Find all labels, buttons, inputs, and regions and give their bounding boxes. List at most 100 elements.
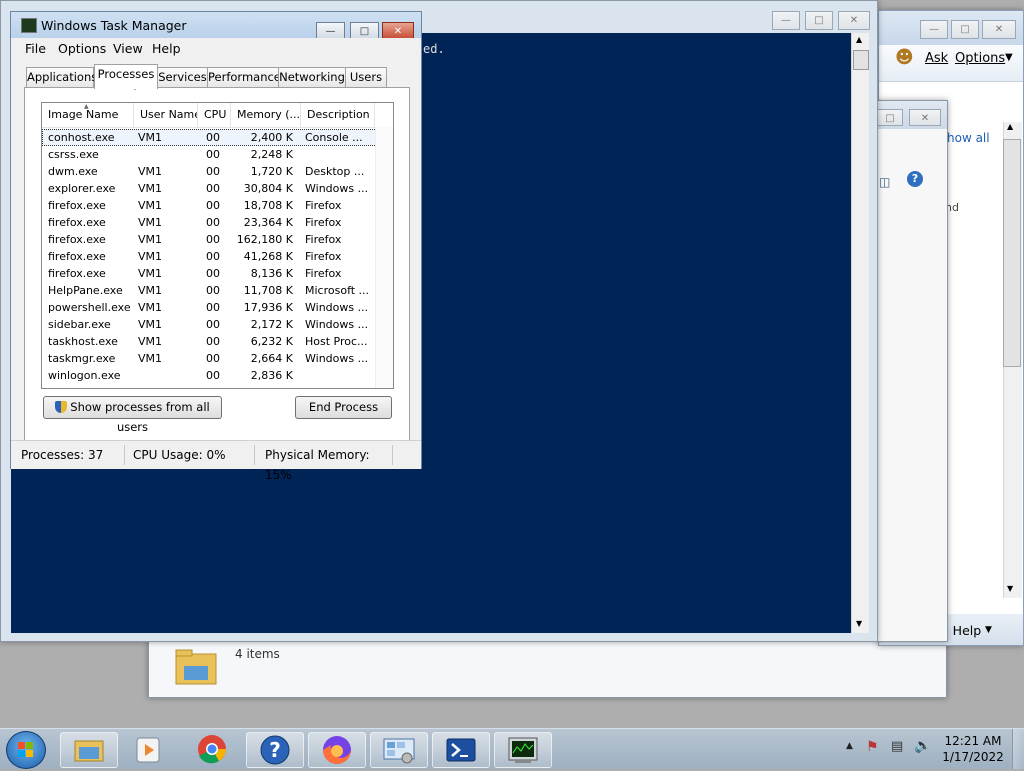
ask-button[interactable]: Ask <box>925 51 948 66</box>
cell-user: VM1 <box>138 267 163 280</box>
taskbar-task-manager[interactable] <box>494 732 552 768</box>
options-button[interactable]: Options <box>955 51 1005 66</box>
status-cpu: CPU Usage: 0% <box>125 445 255 465</box>
ps-scroll-down-arrow[interactable]: ▼ <box>856 619 862 628</box>
cell-desc: Microsoft ... <box>305 284 370 297</box>
taskbar-firefox[interactable] <box>308 732 366 768</box>
show-desktop-button[interactable] <box>1012 729 1024 769</box>
cell-image: HelpPane.exe <box>48 284 123 297</box>
taskbar-media-player[interactable] <box>121 732 177 766</box>
taskbar: ? ▲ ⚑ ▤ 🔊 12:21 AM 1/17/2022 <box>0 728 1024 769</box>
cell-cpu: 00 <box>206 335 220 348</box>
help-scroll-up-arrow[interactable]: ▲ <box>1007 122 1013 131</box>
cell-image: powershell.exe <box>48 301 131 314</box>
cell-user: VM1 <box>138 131 163 144</box>
end-process-button[interactable]: End Process <box>295 396 392 419</box>
explorer-item-count: 4 items <box>235 647 280 661</box>
network-icon[interactable]: ▤ <box>891 739 903 754</box>
cell-desc: Host Proc... <box>305 335 368 348</box>
cell-user: VM1 <box>138 250 163 263</box>
process-list[interactable]: Image Name User Name CPU Memory (... Des… <box>41 102 394 389</box>
svg-text:?: ? <box>269 738 281 762</box>
table-row[interactable]: conhost.exe VM1 00 2,400 K Console ... <box>42 129 393 146</box>
shield-icon <box>55 401 68 413</box>
menu-file[interactable]: File <box>25 41 46 56</box>
table-row[interactable]: explorer.exe VM1 00 30,804 K Windows ... <box>42 180 393 197</box>
cell-cpu: 00 <box>206 369 220 382</box>
clock[interactable]: 12:21 AM 1/17/2022 <box>940 733 1006 765</box>
taskbar-control-panel[interactable] <box>370 732 428 768</box>
table-row[interactable]: taskmgr.exe VM1 00 2,664 K Windows ... <box>42 350 393 367</box>
chrome-icon <box>198 735 226 764</box>
help-icon: ? <box>260 735 290 765</box>
cell-user: VM1 <box>138 335 163 348</box>
clock-time: 12:21 AM <box>944 734 1002 748</box>
table-row[interactable]: winlogon.exe 00 2,836 K <box>42 367 393 384</box>
volume-icon[interactable]: 🔊 <box>914 738 931 754</box>
table-row[interactable]: firefox.exe VM1 00 18,708 K Firefox <box>42 197 393 214</box>
table-row[interactable]: sidebar.exe VM1 00 2,172 K Windows ... <box>42 316 393 333</box>
cell-user: VM1 <box>138 352 163 365</box>
table-row[interactable]: taskhost.exe VM1 00 6,232 K Host Proc... <box>42 333 393 350</box>
help-scroll-thumb[interactable] <box>1003 139 1021 367</box>
ps-scroll-up-arrow[interactable]: ▲ <box>856 35 862 44</box>
table-row[interactable]: firefox.exe VM1 00 8,136 K Firefox <box>42 265 393 282</box>
cell-user: VM1 <box>138 216 163 229</box>
help-question-icon[interactable]: ? <box>907 171 923 187</box>
help-scroll-down-arrow[interactable]: ▼ <box>1007 584 1013 593</box>
tab-processes[interactable]: Processes <box>94 64 158 89</box>
menu-view[interactable]: View <box>113 41 143 56</box>
taskbar-powershell[interactable] <box>432 732 490 768</box>
dialog-maximize-button[interactable]: □ <box>877 109 903 126</box>
taskbar-help[interactable]: ? <box>246 732 304 768</box>
help-maximize-button[interactable]: □ <box>951 20 979 39</box>
table-row[interactable]: powershell.exe VM1 00 17,936 K Windows ... <box>42 299 393 316</box>
cell-memory: 6,232 K <box>250 335 293 348</box>
start-button[interactable] <box>6 731 46 769</box>
tab-services[interactable]: Services <box>157 67 208 88</box>
col-cpu[interactable]: CPU <box>198 103 231 127</box>
show-all-users-button[interactable]: Show processes from all users <box>43 396 222 434</box>
tab-networking[interactable]: Networking <box>278 67 346 88</box>
taskbar-chrome[interactable] <box>184 732 240 766</box>
cell-cpu: 00 <box>206 131 220 144</box>
table-row[interactable]: firefox.exe VM1 00 41,268 K Firefox <box>42 248 393 265</box>
cell-desc: Desktop ... <box>305 165 365 178</box>
table-row[interactable]: HelpPane.exe VM1 00 11,708 K Microsoft ... <box>42 282 393 299</box>
col-memory[interactable]: Memory (... <box>231 103 301 127</box>
tm-menubar: File Options View Help <box>11 38 421 59</box>
col-description[interactable]: Description <box>301 103 375 127</box>
ps-scroll-thumb[interactable] <box>853 50 869 70</box>
cell-cpu: 00 <box>206 352 220 365</box>
help-close-button[interactable]: ✕ <box>982 20 1016 39</box>
action-center-flag-icon[interactable]: ⚑ <box>866 739 879 755</box>
cell-image: winlogon.exe <box>48 369 121 382</box>
show-hidden-icons-icon[interactable]: ▲ <box>846 741 853 751</box>
cell-image: explorer.exe <box>48 182 116 195</box>
view-icon[interactable]: ◫ <box>879 175 890 189</box>
cell-cpu: 00 <box>206 165 220 178</box>
help-minimize-button[interactable]: — <box>920 20 948 39</box>
tab-applications[interactable]: Applications <box>26 67 97 88</box>
cell-desc: Windows ... <box>305 182 369 195</box>
dialog-close-button[interactable]: ✕ <box>909 109 941 126</box>
table-row[interactable]: firefox.exe VM1 00 162,180 K Firefox <box>42 231 393 248</box>
cell-user: VM1 <box>138 165 163 178</box>
table-row[interactable]: firefox.exe VM1 00 23,364 K Firefox <box>42 214 393 231</box>
menu-help[interactable]: Help <box>152 41 181 56</box>
col-user-name[interactable]: User Name <box>134 103 198 127</box>
table-row[interactable]: dwm.exe VM1 00 1,720 K Desktop ... <box>42 163 393 180</box>
ps-minimize-button[interactable]: — <box>772 11 800 30</box>
show-all-link[interactable]: how all <box>947 131 990 145</box>
tab-performance[interactable]: Performance <box>207 67 281 88</box>
table-row[interactable]: csrss.exe 00 2,248 K <box>42 146 393 163</box>
folder-icon <box>74 740 104 762</box>
ps-scrollbar[interactable]: ▲ ▼ <box>851 33 869 633</box>
ps-maximize-button[interactable]: □ <box>805 11 833 30</box>
taskbar-explorer[interactable] <box>60 732 118 768</box>
menu-options[interactable]: Options <box>58 41 106 56</box>
ps-close-button[interactable]: ✕ <box>838 11 870 30</box>
cell-memory: 30,804 K <box>243 182 293 195</box>
tab-users[interactable]: Users <box>345 67 387 88</box>
cell-image: firefox.exe <box>48 216 106 229</box>
